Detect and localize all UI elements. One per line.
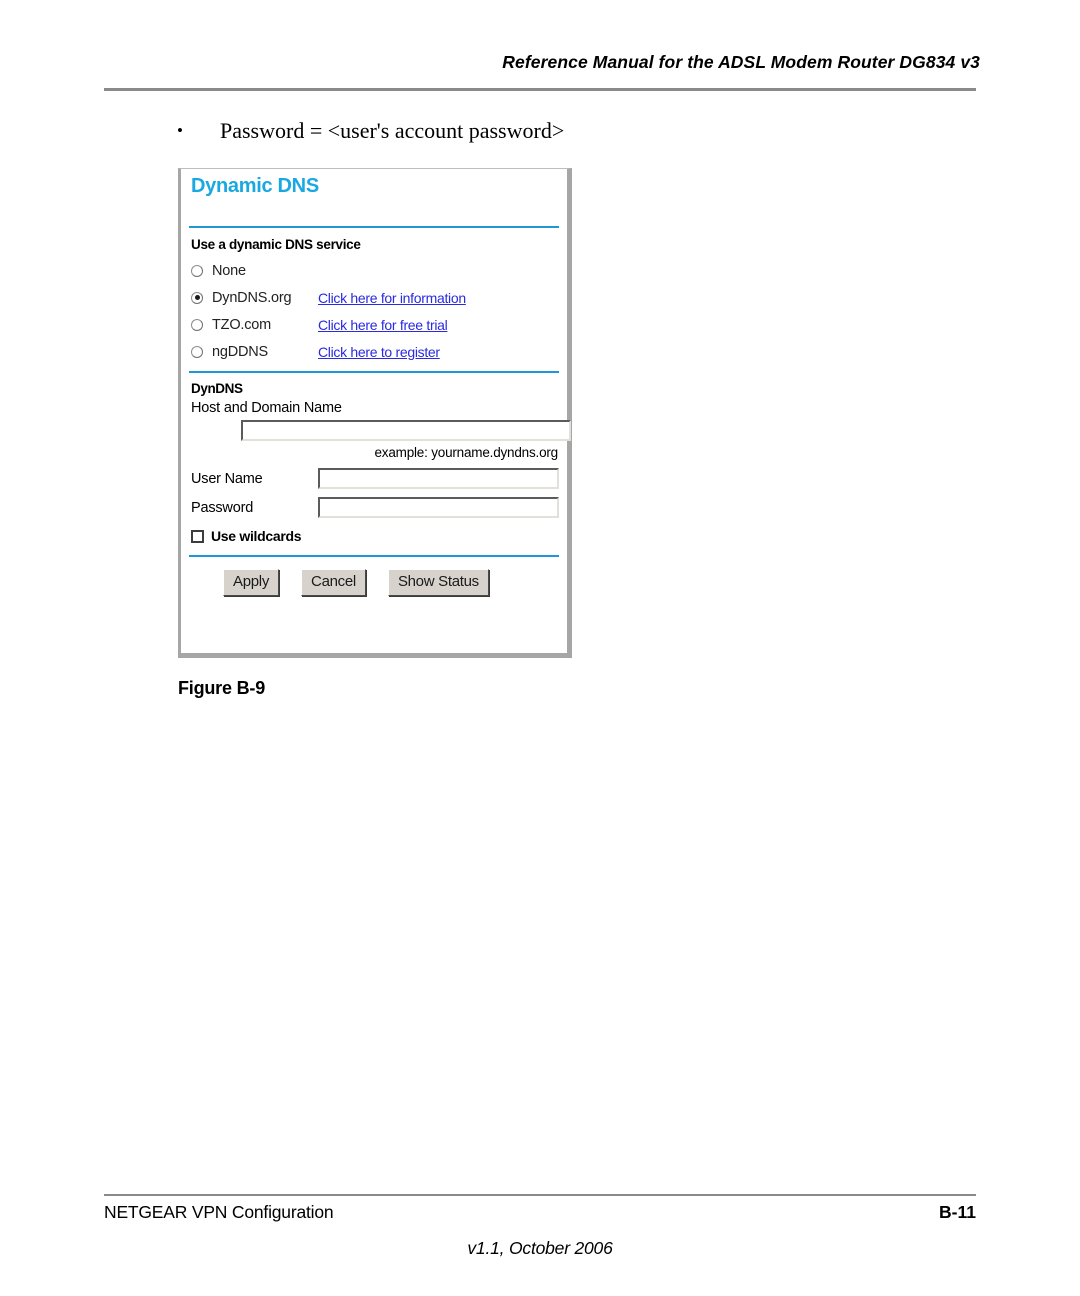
radio-option-dyndns[interactable]: DynDNS.org Click here for information xyxy=(191,284,559,311)
bullet-item-text: Password = <user's account password> xyxy=(220,118,565,143)
dyndns-form-heading: DynDNS xyxy=(191,381,243,396)
password-field-row: Password xyxy=(189,497,559,518)
radio-icon-none[interactable] xyxy=(191,264,203,277)
panel-title-divider xyxy=(189,226,559,228)
link-dyndns-information[interactable]: Click here for information xyxy=(318,290,466,306)
password-label: Password xyxy=(191,499,254,516)
host-domain-label: Host and Domain Name xyxy=(191,400,342,416)
host-domain-input[interactable] xyxy=(241,420,571,441)
dns-service-radio-group: None DynDNS.org Click here for informati… xyxy=(189,257,559,365)
footer-document-title: NETGEAR VPN Configuration xyxy=(104,1202,334,1222)
radio-icon-tzo[interactable] xyxy=(191,318,203,331)
radio-option-none[interactable]: None xyxy=(191,257,559,284)
use-wildcards-row[interactable]: Use wildcards xyxy=(189,528,559,544)
service-section-divider xyxy=(189,371,559,373)
footer-version: v1.1, October 2006 xyxy=(467,1238,613,1258)
form-actions-divider xyxy=(189,555,559,557)
page-header: Reference Manual for the ADSL Modem Rout… xyxy=(100,52,980,73)
radio-option-tzo[interactable]: TZO.com Click here for free trial xyxy=(191,311,559,338)
apply-button[interactable]: Apply xyxy=(223,569,280,596)
use-wildcards-label: Use wildcards xyxy=(211,528,302,544)
username-label: User Name xyxy=(191,470,263,487)
radio-label-dyndns: DynDNS.org xyxy=(212,289,292,306)
host-domain-example: example: yourname.dyndns.org xyxy=(374,445,558,460)
bullet-marker-icon: • xyxy=(177,121,183,140)
page-header-title: Reference Manual for the ADSL Modem Rout… xyxy=(502,52,980,72)
panel-title: Dynamic DNS xyxy=(191,175,319,197)
footer-divider xyxy=(104,1194,976,1196)
radio-label-ngddns: ngDDNS xyxy=(212,343,269,360)
radio-icon-ngddns[interactable] xyxy=(191,345,203,358)
dynamic-dns-panel-body: Dynamic DNS Use a dynamic DNS service No… xyxy=(181,169,571,653)
cancel-button[interactable]: Cancel xyxy=(301,569,366,596)
username-input[interactable] xyxy=(318,468,559,489)
service-section-heading: Use a dynamic DNS service xyxy=(191,237,361,252)
link-tzo-free-trial[interactable]: Click here for free trial xyxy=(318,317,448,333)
bullet-item: • Password = <user's account password> xyxy=(177,118,565,144)
figure-caption: Figure B-9 xyxy=(178,678,266,698)
dynamic-dns-panel: Dynamic DNS Use a dynamic DNS service No… xyxy=(178,168,572,658)
radio-icon-dyndns[interactable] xyxy=(191,291,203,304)
footer-page-number: B-11 xyxy=(939,1202,976,1222)
use-wildcards-checkbox-icon[interactable] xyxy=(191,529,204,543)
panel-button-row: Apply Cancel Show Status xyxy=(189,569,559,596)
radio-label-none: None xyxy=(212,262,246,279)
header-divider xyxy=(104,88,976,91)
radio-label-tzo: TZO.com xyxy=(212,316,272,333)
link-ngddns-register[interactable]: Click here to register xyxy=(318,344,440,360)
password-input[interactable] xyxy=(318,497,559,518)
username-field-row: User Name xyxy=(189,468,559,489)
radio-option-ngddns[interactable]: ngDDNS Click here to register xyxy=(191,338,559,365)
show-status-button[interactable]: Show Status xyxy=(387,569,489,596)
